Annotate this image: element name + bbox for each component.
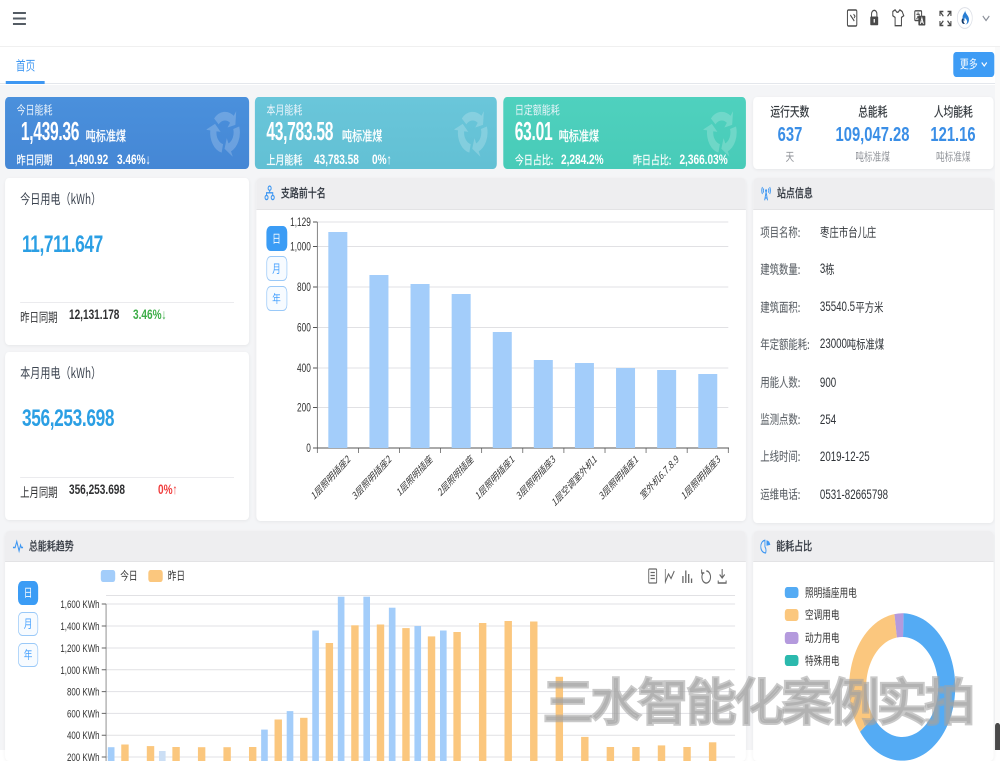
svg-text:1,400 KWh: 1,400 KWh — [60, 621, 99, 634]
svg-text:200 KWh: 200 KWh — [67, 752, 100, 761]
svg-text:800: 800 — [297, 282, 311, 295]
svg-text:0: 0 — [306, 443, 311, 456]
svg-text:400 KWh: 400 KWh — [67, 730, 100, 743]
svg-text:200: 200 — [297, 402, 311, 415]
svg-text:1,200 KWh: 1,200 KWh — [60, 643, 99, 656]
svg-text:400: 400 — [297, 363, 311, 376]
svg-text:600: 600 — [297, 322, 311, 335]
svg-text:1,129: 1,129 — [290, 217, 311, 230]
svg-text:1,000 KWh: 1,000 KWh — [60, 665, 99, 678]
svg-text:1,000: 1,000 — [290, 241, 311, 254]
svg-text:800 KWh: 800 KWh — [67, 686, 100, 699]
svg-text:1,600 KWh: 1,600 KWh — [60, 599, 99, 612]
svg-text:600 KWh: 600 KWh — [67, 708, 100, 721]
